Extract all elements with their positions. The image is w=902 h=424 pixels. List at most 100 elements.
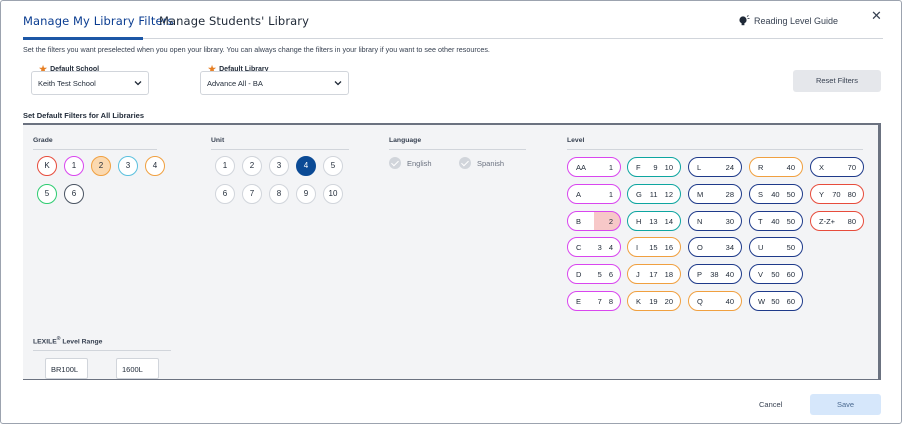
level-number: 38 40 [710,270,734,279]
level-g[interactable]: G 11 12 [627,184,681,204]
level-x[interactable]: X 70 [810,157,864,177]
level-heading: Level [567,137,863,150]
level-number: 2 [608,217,613,226]
level-number: 40 50 [771,190,795,199]
level-name: G [636,190,642,199]
unit-3[interactable]: 3 [269,156,289,176]
lexile-max-input[interactable]: 1600L [116,358,159,379]
level-number: 40 [786,163,795,172]
level-p[interactable]: P 38 40 [688,264,742,284]
level-o[interactable]: O 34 [688,237,742,257]
grade-5[interactable]: 5 [37,184,57,204]
level-name: X [819,163,825,172]
grade-1[interactable]: 1 [64,156,84,176]
unit-1[interactable]: 1 [215,156,235,176]
level-name: O [697,243,703,252]
language-heading: Language [389,137,526,150]
level-number: 9 10 [653,163,673,172]
level-number: 40 50 [771,217,795,226]
reading-level-guide-link[interactable]: Reading Level Guide [738,15,838,27]
save-button[interactable]: Save [810,394,881,415]
level-name: I [636,243,639,252]
default-library-select[interactable]: Advance All - BA [200,71,349,95]
level-n[interactable]: N 30 [688,211,742,231]
tab-manage-my-library-filters[interactable]: Manage My Library Filters [23,14,174,28]
level-b[interactable]: B2 [567,211,621,231]
language-spanish-label: Spanish [477,158,505,168]
level-y[interactable]: Y 70 80 [810,184,864,204]
reading-level-guide-label: Reading Level Guide [754,16,839,26]
level-name: N [697,217,703,226]
lexile-min-input[interactable]: BR100L [45,358,88,379]
level-number: 70 [847,163,856,172]
level-name: Z-Z+ [819,217,836,226]
level-number: 50 60 [771,297,795,306]
grade-3[interactable]: 3 [118,156,138,176]
level-i[interactable]: I 15 16 [627,237,681,257]
level-q[interactable]: Q 40 [688,291,742,311]
unit-4[interactable]: 4 [296,156,316,176]
level-r[interactable]: R 40 [749,157,803,177]
default-school-select[interactable]: Keith Test School [31,71,149,95]
unit-heading: Unit [211,137,349,150]
level-w[interactable]: W 50 60 [749,291,803,311]
level-c[interactable]: C 3 4 [567,237,621,257]
level-j[interactable]: J 17 18 [627,264,681,284]
level-name: Y [819,190,825,199]
level-number: 50 [786,243,795,252]
unit-6[interactable]: 6 [215,184,235,204]
unit-7[interactable]: 7 [242,184,262,204]
level-number: 1 [608,190,613,199]
level-number: 30 [725,217,734,226]
default-library-value: Advance All - BA [207,79,263,88]
level-m[interactable]: M 28 [688,184,742,204]
level-number: 1 [608,163,613,172]
level-l[interactable]: L 24 [688,157,742,177]
level-d[interactable]: D 5 6 [567,264,621,284]
level-name: A [576,190,582,199]
level-z[interactable]: Z-Z+ 80 [810,211,864,231]
level-h[interactable]: H 13 14 [627,211,681,231]
grade-k[interactable]: K [37,156,57,176]
grade-4[interactable]: 4 [145,156,165,176]
lexile-heading: LEXILE® Level Range [33,336,171,352]
level-number: 70 80 [832,190,856,199]
level-s[interactable]: S 40 50 [749,184,803,204]
unit-10[interactable]: 10 [323,184,343,204]
close-icon[interactable]: ✕ [871,8,882,24]
level-name: C [576,243,582,252]
reset-filters-button[interactable]: Reset Filters [793,70,881,92]
unit-9[interactable]: 9 [296,184,316,204]
level-e[interactable]: E 7 8 [567,291,621,311]
grade-2[interactable]: 2 [91,156,111,176]
level-name: J [636,270,640,279]
grade-6[interactable]: 6 [64,184,84,204]
cancel-button[interactable]: Cancel [759,400,782,409]
level-name: T [758,217,763,226]
default-school-value: Keith Test School [38,79,96,88]
level-number: 19 20 [649,297,673,306]
section-title: Set Default Filters for All Libraries [23,111,144,120]
level-aa[interactable]: AA 1 [567,157,621,177]
language-spanish[interactable]: Spanish [459,157,504,169]
level-name: AA [576,163,587,172]
unit-8[interactable]: 8 [269,184,289,204]
tab-manage-students-library[interactable]: Manage Students' Library [159,14,309,28]
language-english[interactable]: English [389,157,432,169]
level-k[interactable]: K 19 20 [627,291,681,311]
level-number: 34 [725,243,734,252]
level-v[interactable]: V 50 60 [749,264,803,284]
unit-2[interactable]: 2 [242,156,262,176]
level-name: U [758,243,764,252]
level-name: R [758,163,764,172]
level-name: E [576,297,582,306]
level-number: 40 [725,297,734,306]
level-a[interactable]: A1 [567,184,621,204]
unit-5[interactable]: 5 [323,156,343,176]
footer-divider [23,379,881,380]
level-t[interactable]: T 40 50 [749,211,803,231]
level-f[interactable]: F 9 10 [627,157,681,177]
level-u[interactable]: U 50 [749,237,803,257]
level-name: S [758,190,764,199]
grade-heading: Grade [33,137,157,150]
